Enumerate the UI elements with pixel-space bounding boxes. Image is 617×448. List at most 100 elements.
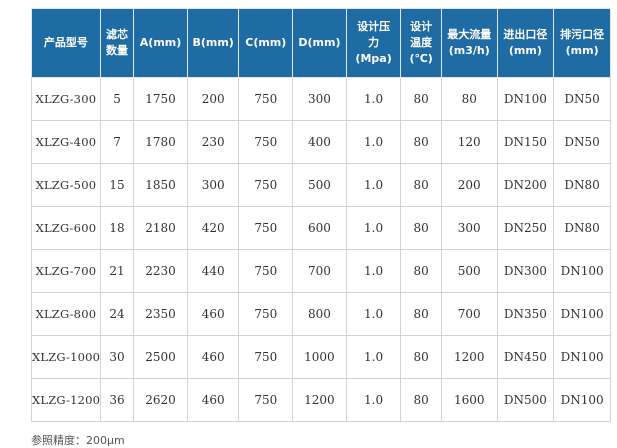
table-cell: XLZG-800 [31, 292, 101, 336]
table-cell: 800 [292, 292, 347, 336]
table-row: XLZG-400 7 1780 230 750 400 1.0 80 120 DN150 DN50 [31, 120, 611, 164]
table-cell: 700 [440, 292, 498, 336]
table-cell: XLZG-400 [31, 120, 101, 164]
table-cell: 1200 [440, 335, 498, 379]
table-cell: 120 [440, 120, 498, 164]
table-cell: 18 [99, 206, 135, 250]
table-row: XLZG-500 15 1850 300 750 500 1.0 80 200 DN200 DN80 [31, 163, 611, 207]
table-cell: 80 [400, 163, 442, 207]
spec-table-container: 产品型号 滤芯 数量 A(mm) B(mm) C(mm) D(mm) 设计压 力 (Mpa)… [31, 8, 611, 422]
col-model-header: 产品型号 [31, 8, 101, 78]
table-row: XLZG-300 5 1750 200 750 300 1.0 80 80 DN100 DN50 [31, 77, 611, 121]
table-cell: 1000 [292, 335, 347, 379]
table-cell: 400 [292, 120, 347, 164]
table-cell: 300 [186, 163, 240, 207]
col-temperature-header: 设计 温度 (℃) [400, 8, 442, 78]
table-cell: DN150 [496, 120, 555, 164]
table-cell: 80 [400, 292, 442, 336]
table-cell: 1780 [133, 120, 188, 164]
table-cell: 230 [186, 120, 240, 164]
table-cell: 300 [292, 77, 347, 121]
table-cell: DN100 [553, 335, 611, 379]
table-cell: DN50 [553, 120, 611, 164]
table-row: XLZG-700 21 2230 440 750 700 1.0 80 500 DN300 DN10… [31, 249, 611, 293]
table-cell: 1.0 [345, 249, 402, 293]
precision-note: 参照精度：200μm [31, 434, 125, 447]
col-max-flow-header: 最大流量 (m3/h) [440, 8, 498, 78]
table-cell: 750 [238, 249, 294, 293]
table-cell: 750 [238, 120, 294, 164]
table-cell: 750 [238, 206, 294, 250]
table-cell: 24 [99, 292, 135, 336]
table-cell: 200 [440, 163, 498, 207]
table-cell: 1850 [133, 163, 188, 207]
table-cell: DN500 [496, 378, 555, 422]
table-cell: 600 [292, 206, 347, 250]
table-header-row: 产品型号 滤芯 数量 A(mm) B(mm) C(mm) D(mm) 设计压 力 (Mpa)… [31, 8, 611, 78]
table-cell: 1750 [133, 77, 188, 121]
col-c-header: C(mm) [238, 8, 294, 78]
table-cell: 2180 [133, 206, 188, 250]
table-cell: DN80 [553, 206, 611, 250]
table-cell: 2500 [133, 335, 188, 379]
table-cell: 500 [440, 249, 498, 293]
table-cell: XLZG-1200 [31, 378, 101, 422]
table-cell: 80 [400, 249, 442, 293]
col-pressure-header: 设计压 力 (Mpa) [345, 8, 402, 78]
table-cell: 80 [400, 77, 442, 121]
table-cell: 420 [186, 206, 240, 250]
table-cell: 750 [238, 292, 294, 336]
table-cell: 7 [99, 120, 135, 164]
table-cell: 1600 [440, 378, 498, 422]
table-cell: 21 [99, 249, 135, 293]
table-cell: 2230 [133, 249, 188, 293]
table-cell: 750 [238, 77, 294, 121]
table-cell: XLZG-1000 [31, 335, 101, 379]
table-cell: 440 [186, 249, 240, 293]
table-cell: 80 [400, 120, 442, 164]
table-cell: DN300 [496, 249, 555, 293]
spec-table: 产品型号 滤芯 数量 A(mm) B(mm) C(mm) D(mm) 设计压 力 (Mpa)… [31, 8, 611, 422]
table-cell: 80 [440, 77, 498, 121]
table-cell: DN80 [553, 163, 611, 207]
table-cell: 15 [99, 163, 135, 207]
table-cell: DN100 [553, 292, 611, 336]
table-cell: 460 [186, 292, 240, 336]
table-cell: 1.0 [345, 120, 402, 164]
table-cell: XLZG-300 [31, 77, 101, 121]
table-cell: DN200 [496, 163, 555, 207]
col-drain-header: 排污口径 (mm) [553, 8, 611, 78]
table-cell: 80 [400, 206, 442, 250]
table-cell: DN100 [553, 249, 611, 293]
table-cell: XLZG-700 [31, 249, 101, 293]
table-cell: 1.0 [345, 77, 402, 121]
table-cell: DN100 [553, 378, 611, 422]
table-cell: 750 [238, 163, 294, 207]
table-cell: 200 [186, 77, 240, 121]
col-a-header: A(mm) [133, 8, 188, 78]
table-cell: 1.0 [345, 206, 402, 250]
table-cell: 1.0 [345, 292, 402, 336]
table-cell: DN450 [496, 335, 555, 379]
table-cell: 750 [238, 335, 294, 379]
col-d-header: D(mm) [292, 8, 347, 78]
col-b-header: B(mm) [186, 8, 240, 78]
table-cell: 1.0 [345, 335, 402, 379]
table-cell: 2620 [133, 378, 188, 422]
table-row: XLZG-1000 30 2500 460 750 1000 1.0 80 1200 DN450 D… [31, 335, 611, 379]
col-filter-count-header: 滤芯 数量 [99, 8, 135, 78]
table-cell: 1.0 [345, 378, 402, 422]
table-row: XLZG-600 18 2180 420 750 600 1.0 80 300 DN250 DN80 [31, 206, 611, 250]
table-body: XLZG-300 5 1750 200 750 300 1.0 80 80 DN100 DN50 XL… [31, 77, 611, 422]
table-cell: 1.0 [345, 163, 402, 207]
table-cell: 750 [238, 378, 294, 422]
table-cell: 30 [99, 335, 135, 379]
table-cell: 460 [186, 335, 240, 379]
table-cell: 80 [400, 335, 442, 379]
table-row: XLZG-800 24 2350 460 750 800 1.0 80 700 DN350 DN10… [31, 292, 611, 336]
table-cell: XLZG-500 [31, 163, 101, 207]
col-inlet-outlet-header: 进出口径 (mm) [496, 8, 555, 78]
table-cell: 300 [440, 206, 498, 250]
table-cell: DN350 [496, 292, 555, 336]
table-cell: DN250 [496, 206, 555, 250]
